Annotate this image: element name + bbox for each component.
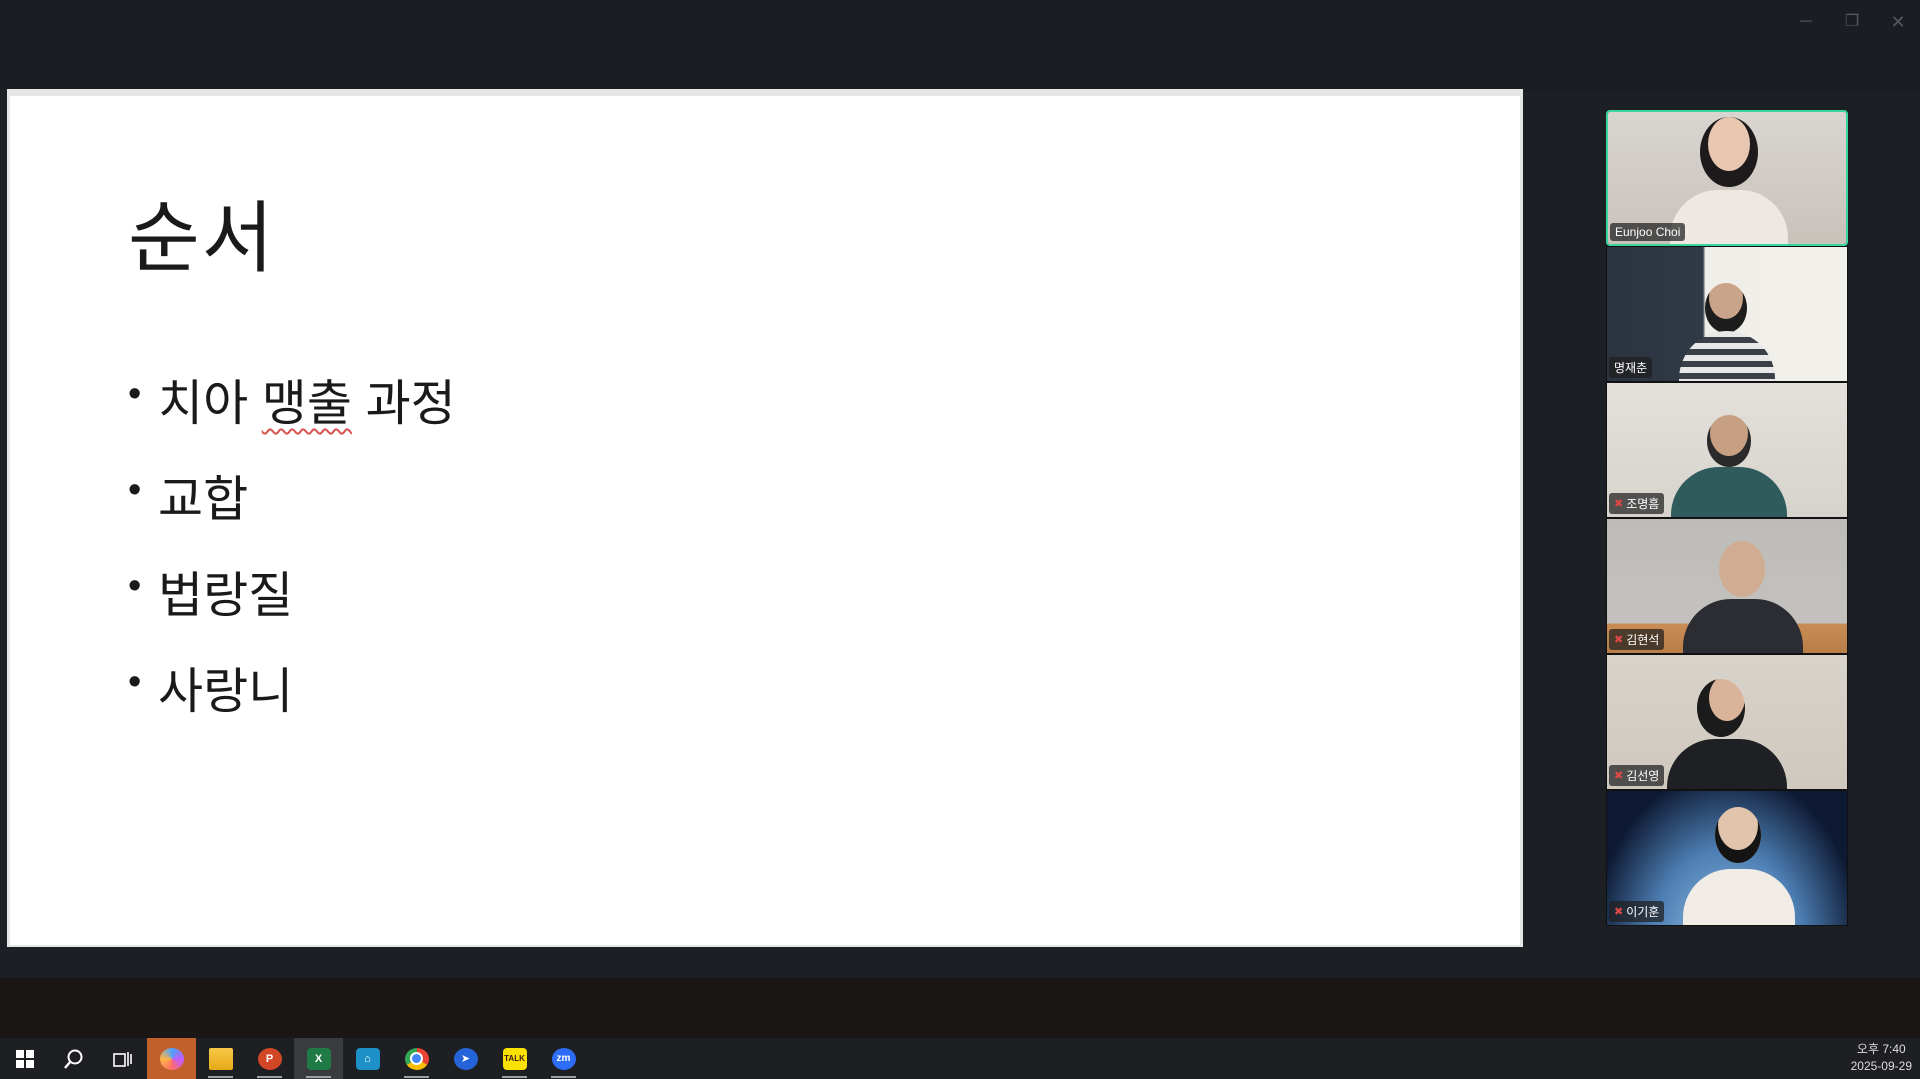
meeting-bottom-area (0, 978, 1920, 1038)
video-tile[interactable]: ✖ 김선영 (1606, 654, 1848, 790)
excel-icon: X (306, 1047, 331, 1070)
windows-taskbar: P X ⌂ ➤ TALK zm 오후 7:40 2025-09-29 (0, 1038, 1920, 1079)
bullet-text: 사랑니 (158, 665, 294, 719)
slide-bullet-list: 치아 맹출 과정 교합 법랑질 사랑니 (128, 364, 456, 748)
participant-video (1700, 117, 1758, 187)
taskbar-kakaotalk[interactable]: TALK (490, 1038, 539, 1079)
clock-date: 2025-09-29 (1850, 1059, 1912, 1073)
mic-muted-icon: ✖ (1614, 906, 1624, 918)
participant-video (1697, 679, 1745, 737)
slide-bullet: 사랑니 (128, 652, 456, 748)
app-icon: ⌂ (355, 1047, 380, 1070)
mic-muted-icon: ✖ (1614, 770, 1624, 782)
copilot-icon (159, 1047, 184, 1070)
participant-nametag: ✖ 조명흠 (1609, 493, 1665, 514)
close-button[interactable]: ✕ (1878, 8, 1918, 36)
participant-video (1719, 541, 1765, 597)
chrome-icon (404, 1047, 429, 1070)
bullet-text: 과정 (351, 377, 456, 431)
task-view-button[interactable] (98, 1038, 147, 1079)
zoom-icon: zm (551, 1047, 576, 1070)
taskbar-chrome[interactable] (392, 1038, 441, 1079)
taskbar-copilot[interactable] (147, 1038, 196, 1079)
pin-app-icon: ➤ (453, 1047, 478, 1070)
slide-bullet: 치아 맹출 과정 (128, 364, 456, 460)
taskbar-search-button[interactable] (49, 1038, 98, 1079)
minimize-button[interactable]: ─ (1786, 8, 1826, 36)
participant-video (1705, 283, 1747, 333)
video-tile-active-speaker[interactable]: Eunjoo Choi (1606, 110, 1848, 246)
participant-name: Eunjoo Choi (1615, 225, 1681, 239)
taskbar-powerpoint[interactable]: P (245, 1038, 294, 1079)
participant-nametag: Eunjoo Choi (1610, 223, 1686, 241)
video-tile[interactable]: ✖ 김현석 (1606, 518, 1848, 654)
taskbar-pinned-app[interactable]: ➤ (441, 1038, 490, 1079)
participant-nametag: ✖ 이기훈 (1609, 901, 1665, 922)
participant-nametag: 명재춘 (1609, 357, 1653, 378)
taskbar-zoom[interactable]: zm (539, 1038, 588, 1079)
participant-video (1715, 807, 1761, 863)
participant-name: 김현석 (1626, 633, 1660, 647)
task-view-icon (112, 1051, 132, 1067)
participant-name: 이기훈 (1626, 905, 1660, 919)
video-tile[interactable]: ✖ 이기훈 (1606, 790, 1848, 926)
zoom-window-titlebar: ─ ❐ ✕ (0, 0, 1920, 90)
shared-screen: 순서 치아 맹출 과정 교합 법랑질 사랑니 (7, 89, 1523, 947)
taskbar-file-explorer[interactable] (196, 1038, 245, 1079)
bullet-text: 교합 (158, 473, 249, 527)
bullet-text: 법랑질 (158, 569, 294, 623)
taskbar-app[interactable]: ⌂ (343, 1038, 392, 1079)
slide-bullet: 법랑질 (128, 556, 456, 652)
windows-start-icon (15, 1049, 34, 1068)
participant-nametag: ✖ 김현석 (1609, 629, 1665, 650)
video-tile[interactable]: ✖ 조명흠 (1606, 382, 1848, 518)
participant-nametag: ✖ 김선영 (1609, 765, 1665, 786)
system-clock[interactable]: 오후 7:40 2025-09-29 (1851, 1041, 1912, 1075)
presentation-slide: 순서 치아 맹출 과정 교합 법랑질 사랑니 (10, 96, 1520, 945)
bullet-text: 치아 (158, 377, 262, 431)
windows-start-button[interactable] (0, 1038, 49, 1079)
participant-name: 조명흠 (1626, 497, 1660, 511)
video-tile[interactable]: 명재춘 (1606, 246, 1848, 382)
clock-time: 오후 7:40 (1856, 1042, 1906, 1056)
folder-icon (208, 1047, 233, 1070)
kakaotalk-icon: TALK (502, 1047, 527, 1070)
restore-button[interactable]: ❐ (1832, 8, 1872, 36)
participant-video (1707, 415, 1751, 467)
taskbar-excel[interactable]: X (294, 1038, 343, 1079)
slide-title: 순서 (128, 194, 276, 282)
slide-bullet: 교합 (128, 460, 456, 556)
mic-muted-icon: ✖ (1614, 498, 1624, 510)
powerpoint-icon: P (257, 1047, 282, 1070)
participant-name: 명재춘 (1614, 361, 1648, 375)
mic-muted-icon: ✖ (1614, 634, 1624, 646)
spellcheck-flagged-word: 맹출 (261, 377, 352, 431)
participant-video-panel: Eunjoo Choi 명재춘 ✖ 조명흠 ✖ 김현석 ✖ 김선영 ✖ 이기훈 (1606, 110, 1848, 926)
participant-name: 김선영 (1626, 769, 1660, 783)
search-icon (63, 1049, 82, 1069)
